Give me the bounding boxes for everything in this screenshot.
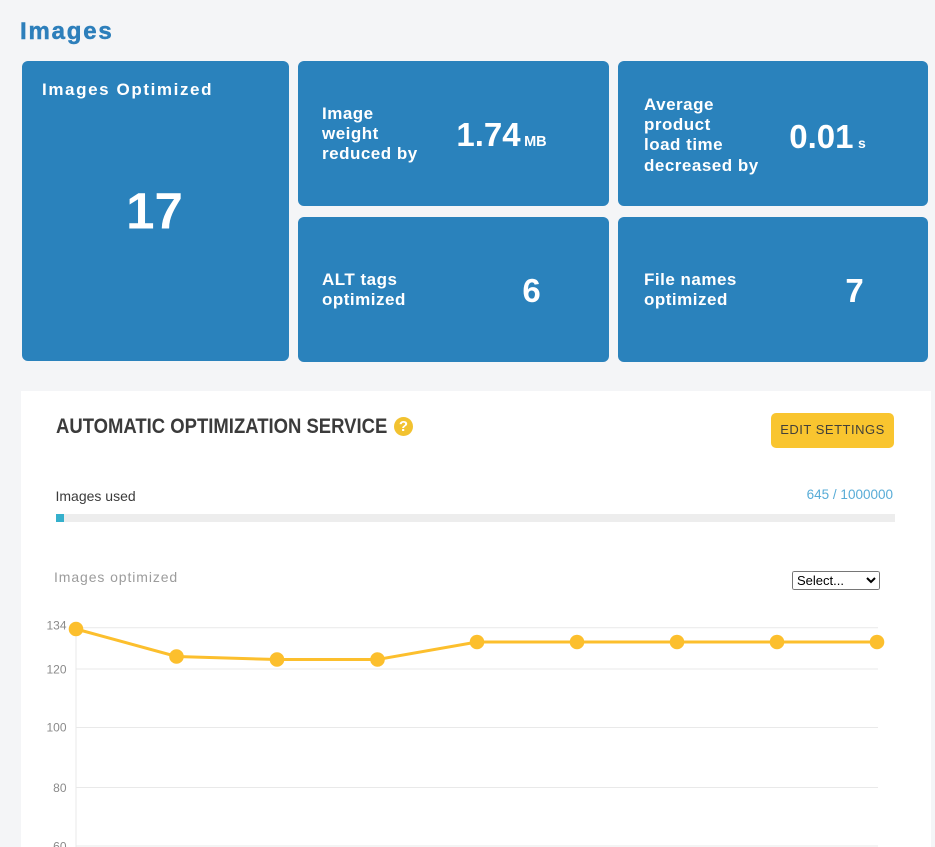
svg-text:100: 100 — [46, 720, 66, 734]
svg-text:120: 120 — [46, 662, 66, 676]
svg-text:80: 80 — [53, 781, 67, 795]
svg-text:60: 60 — [53, 840, 67, 847]
svg-text:134: 134 — [46, 618, 66, 632]
